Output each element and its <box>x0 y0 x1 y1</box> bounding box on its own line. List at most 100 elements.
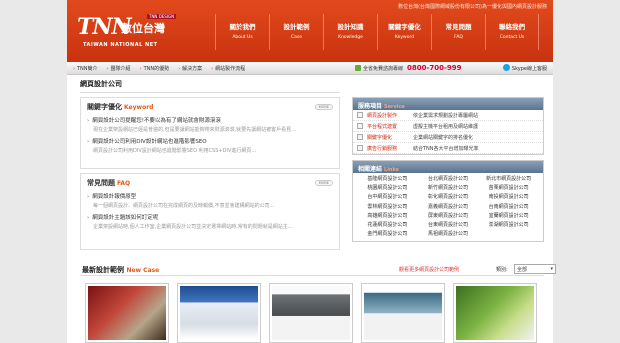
related-link[interactable]: 苗栗網頁設計公司 <box>478 184 539 193</box>
service-icon <box>357 123 363 129</box>
links-header: 相關連結 Links <box>353 161 543 173</box>
site-header: TNN TNN DESIGN 數位台灣 TAIWAN NATIONAL NET … <box>67 0 553 62</box>
links-box: 相關連結 Links 基隆網頁設計公司 台北網頁設計公司 新北市網頁設計公司 桃園… <box>352 160 544 243</box>
service-desc: 依企業需求規劃設計專屬網站 <box>413 112 479 119</box>
hotline-number: 0800-700-999 <box>407 64 462 72</box>
service-desc: 虛擬主機平台租用及網站維護 <box>413 123 479 130</box>
list-item: 網頁設計公司利用DIV設計網站也進階影響SEO 網頁設計公司利用DIV設計網站也… <box>87 137 333 154</box>
nav-sublabel: About Us <box>232 35 253 40</box>
related-link[interactable]: 馬祖網頁設計公司 <box>418 230 479 239</box>
subnav-link-solution[interactable]: 解決方案 <box>178 65 202 72</box>
case-image <box>180 286 258 340</box>
article-link[interactable]: 網頁設計報價原型 <box>87 192 333 200</box>
logo-badge: TNN DESIGN <box>147 14 177 19</box>
case-thumbnail[interactable] <box>453 283 537 343</box>
service-icon <box>357 134 363 140</box>
case-thumbnail[interactable] <box>177 283 261 343</box>
case-image <box>456 286 534 340</box>
related-link[interactable]: 嘉義網頁設計公司 <box>418 203 479 212</box>
skype-link[interactable]: Skype線上客服 <box>502 64 547 72</box>
service-item[interactable]: 平台程式建置 虛擬主機平台租用及網站維護 <box>353 121 543 132</box>
related-link[interactable]: 雲林網頁設計公司 <box>357 203 418 212</box>
related-link[interactable]: 屏東網頁設計公司 <box>418 212 479 221</box>
related-link[interactable]: 金門網頁設計公司 <box>357 230 418 239</box>
related-link[interactable]: 宜蘭網頁設計公司 <box>478 212 539 221</box>
nav-sublabel: Contact Us <box>499 35 525 40</box>
related-link[interactable]: 花蓮網頁設計公司 <box>357 221 418 230</box>
nav-about[interactable]: 關於我們 About Us <box>215 14 269 50</box>
article-summary: 網頁設計公司利用DIV設計網站也進階影響SEO 利用CSS+DIV進行網頁... <box>93 148 257 154</box>
main-nav: 關於我們 About Us 設計範例 Case 設計知識 Knowledge 關鍵字優… <box>215 14 539 50</box>
related-link[interactable]: 桃園網頁設計公司 <box>357 184 418 193</box>
skype-icon <box>502 64 510 71</box>
related-link[interactable]: 澎湖網頁設計公司 <box>478 221 539 230</box>
page-title: 網頁設計公司 <box>80 79 340 93</box>
case-thumbnail[interactable] <box>85 283 169 343</box>
box-title-en: Links <box>384 167 399 173</box>
related-link[interactable]: 台中網頁設計公司 <box>357 193 418 202</box>
faq-more-button[interactable]: MORE <box>314 180 333 186</box>
related-link <box>478 230 539 239</box>
nav-case[interactable]: 設計範例 Case <box>269 14 323 50</box>
related-link[interactable]: 新北市網頁設計公司 <box>478 175 539 184</box>
logo[interactable]: TNN TNN DESIGN 數位台灣 TAIWAN NATIONAL NET <box>77 14 182 54</box>
service-item[interactable]: 關鍵字優化 企業網站關鍵字的排名優化 <box>353 132 543 143</box>
keyword-more-button[interactable]: MORE <box>314 104 333 110</box>
sub-nav: TNN簡介 團隊介紹 TNN的優勢 解決方案 網站製作流程 全省免費諮詢專線08… <box>67 62 553 75</box>
category-select[interactable]: 全部 <box>514 264 556 274</box>
category-label: 類別: <box>496 267 508 273</box>
list-item: 網頁設計公司提醒您!不要以為有了網站就會財源滾滾 現在企業架設網站已經是普遍的,… <box>87 116 333 133</box>
box-title-text: 最新設計範例 <box>82 266 124 274</box>
services-header: 服務項目 Service <box>353 98 543 110</box>
faq-box: 常見問題FAQ MORE 網頁設計報價原型 每一個網頁設計、網頁設計公司在完成網… <box>80 173 340 250</box>
links-grid: 基隆網頁設計公司 台北網頁設計公司 新北市網頁設計公司 桃園網頁設計公司 新竹網… <box>353 173 543 241</box>
related-link[interactable]: 台東網頁設計公司 <box>418 221 479 230</box>
subnav-link-process[interactable]: 網站製作流程 <box>211 65 245 72</box>
nav-label: 關於我們 <box>229 23 256 31</box>
article-summary: 現在企業架設網站已經是普遍的,但是要讓網站能夠帶來財源滾滾,就要先讓網站被客戶看… <box>93 127 296 133</box>
service-icon <box>357 112 363 118</box>
skype-label: Skype線上客服 <box>511 66 547 72</box>
hotline-label: 全省免費諮詢專線 <box>363 66 404 72</box>
article-link[interactable]: 網頁設計主題該如何訂定呢 <box>87 213 333 221</box>
logo-chinese-name: 數位台灣 <box>121 22 165 35</box>
case-thumbnail[interactable] <box>269 283 353 343</box>
case-thumbnail[interactable] <box>361 283 445 343</box>
nav-knowledge[interactable]: 設計知識 Knowledge <box>323 14 377 50</box>
related-link[interactable]: 台北網頁設計公司 <box>418 175 479 184</box>
nav-sublabel: Case <box>290 35 302 40</box>
nav-sublabel: Keyword <box>394 35 415 40</box>
article-link[interactable]: 網頁設計公司提醒您!不要以為有了網站就會財源滾滾 <box>87 116 333 124</box>
service-item[interactable]: 網頁設計製作 依企業需求規劃設計專屬網站 <box>353 110 543 121</box>
nav-sublabel: FAQ <box>454 35 463 40</box>
nav-keyword[interactable]: 關鍵字優化 Keyword <box>377 14 431 50</box>
nav-faq[interactable]: 常見問題 FAQ <box>431 14 485 50</box>
case-image <box>364 286 442 340</box>
service-desc: 企業網站關鍵字的排名優化 <box>413 134 474 141</box>
subnav-link-team[interactable]: 團隊介紹 <box>107 65 131 72</box>
article-summary: 企業架設網站時,個人工作室,企業網頁設計公司並決定選擇網站時,常有的問題就是網站… <box>93 224 293 230</box>
case-image <box>88 286 166 340</box>
related-link[interactable]: 基隆網頁設計公司 <box>357 175 418 184</box>
related-link[interactable]: 台南網頁設計公司 <box>478 203 539 212</box>
service-item[interactable]: 廣告行銷服務 結合TNN各大平台增加曝光率 <box>353 143 543 154</box>
nav-contact[interactable]: 聯絡我們 Contact Us <box>485 14 539 50</box>
service-name: 平台程式建置 <box>367 123 398 130</box>
related-link[interactable]: 高雄網頁設計公司 <box>357 212 418 221</box>
related-link[interactable]: 彰化網頁設計公司 <box>418 193 479 202</box>
page: TNN TNN DESIGN 數位台灣 TAIWAN NATIONAL NET … <box>67 0 556 343</box>
service-icon <box>357 145 363 151</box>
article-link[interactable]: 網頁設計公司利用DIV設計網站也進階影響SEO <box>87 137 333 145</box>
box-title-en: New Case <box>126 267 160 274</box>
nav-label: 常見問題 <box>445 23 472 31</box>
nav-label: 設計範例 <box>283 23 310 31</box>
subnav-link-intro[interactable]: TNN簡介 <box>73 65 98 72</box>
header-tagline: 數位台灣(台灣國際網域股份有限公司)為一優化與國內網頁設計服務 <box>398 4 547 10</box>
subnav-link-advantage[interactable]: TNN的優勢 <box>140 65 170 72</box>
right-column: 服務項目 Service 網頁設計製作 依企業需求規劃設計專屬網站 平台程式建置 虛擬… <box>352 97 544 243</box>
nav-label: 聯絡我們 <box>499 23 525 31</box>
more-cases-link[interactable]: 觀看更多網頁設計公司範例 <box>399 266 459 273</box>
related-link[interactable]: 新竹網頁設計公司 <box>418 184 479 193</box>
related-link[interactable]: 南投網頁設計公司 <box>478 193 539 202</box>
nav-label: 關鍵字優化 <box>388 23 421 31</box>
